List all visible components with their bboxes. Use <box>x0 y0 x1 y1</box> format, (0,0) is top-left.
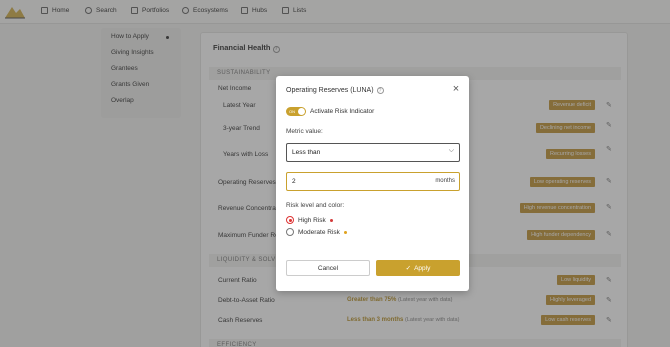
input-suffix: months <box>435 178 455 184</box>
activate-risk-toggle[interactable]: ON <box>286 107 306 116</box>
risk-option-moderate[interactable]: Moderate Risk <box>286 228 347 236</box>
select-value: Less than <box>292 149 321 156</box>
metric-value-label: Metric value: <box>286 128 323 135</box>
risk-option-high[interactable]: High Risk <box>286 216 333 224</box>
risk-level-label: Risk level and color: <box>286 202 345 209</box>
chevron-down-icon: ⌵ <box>448 147 454 154</box>
toggle-label: Activate Risk Indicator <box>310 108 375 115</box>
risk-indicator-modal: Operating Reserves (LUNA) ? × ON Activat… <box>276 76 469 291</box>
toggle-on-text: ON <box>289 108 295 114</box>
moderate-risk-label: Moderate Risk <box>298 228 340 236</box>
input-value: 2 <box>292 178 296 185</box>
modal-title: Operating Reserves (LUNA) ? <box>286 87 384 94</box>
toggle-knob <box>298 108 305 115</box>
activate-risk-toggle-row: ON Activate Risk Indicator <box>286 107 374 116</box>
help-icon[interactable]: ? <box>376 87 384 94</box>
radio-high-risk[interactable] <box>286 216 294 224</box>
months-input[interactable]: 2 months <box>286 172 460 191</box>
radio-moderate-risk[interactable] <box>286 228 294 236</box>
check-icon: ✓ <box>405 265 412 272</box>
high-risk-label: High Risk <box>298 216 326 224</box>
comparison-select[interactable]: Less than ⌵ <box>286 143 460 162</box>
apply-button[interactable]: ✓ Apply <box>376 260 460 276</box>
modal-title-text: Operating Reserves (LUNA) <box>286 87 374 94</box>
close-icon[interactable]: × <box>451 84 461 95</box>
apply-label: Apply <box>414 264 431 272</box>
cancel-button[interactable]: Cancel <box>286 260 370 276</box>
moderate-risk-color-dot <box>343 230 347 234</box>
high-risk-color-dot <box>329 218 333 222</box>
